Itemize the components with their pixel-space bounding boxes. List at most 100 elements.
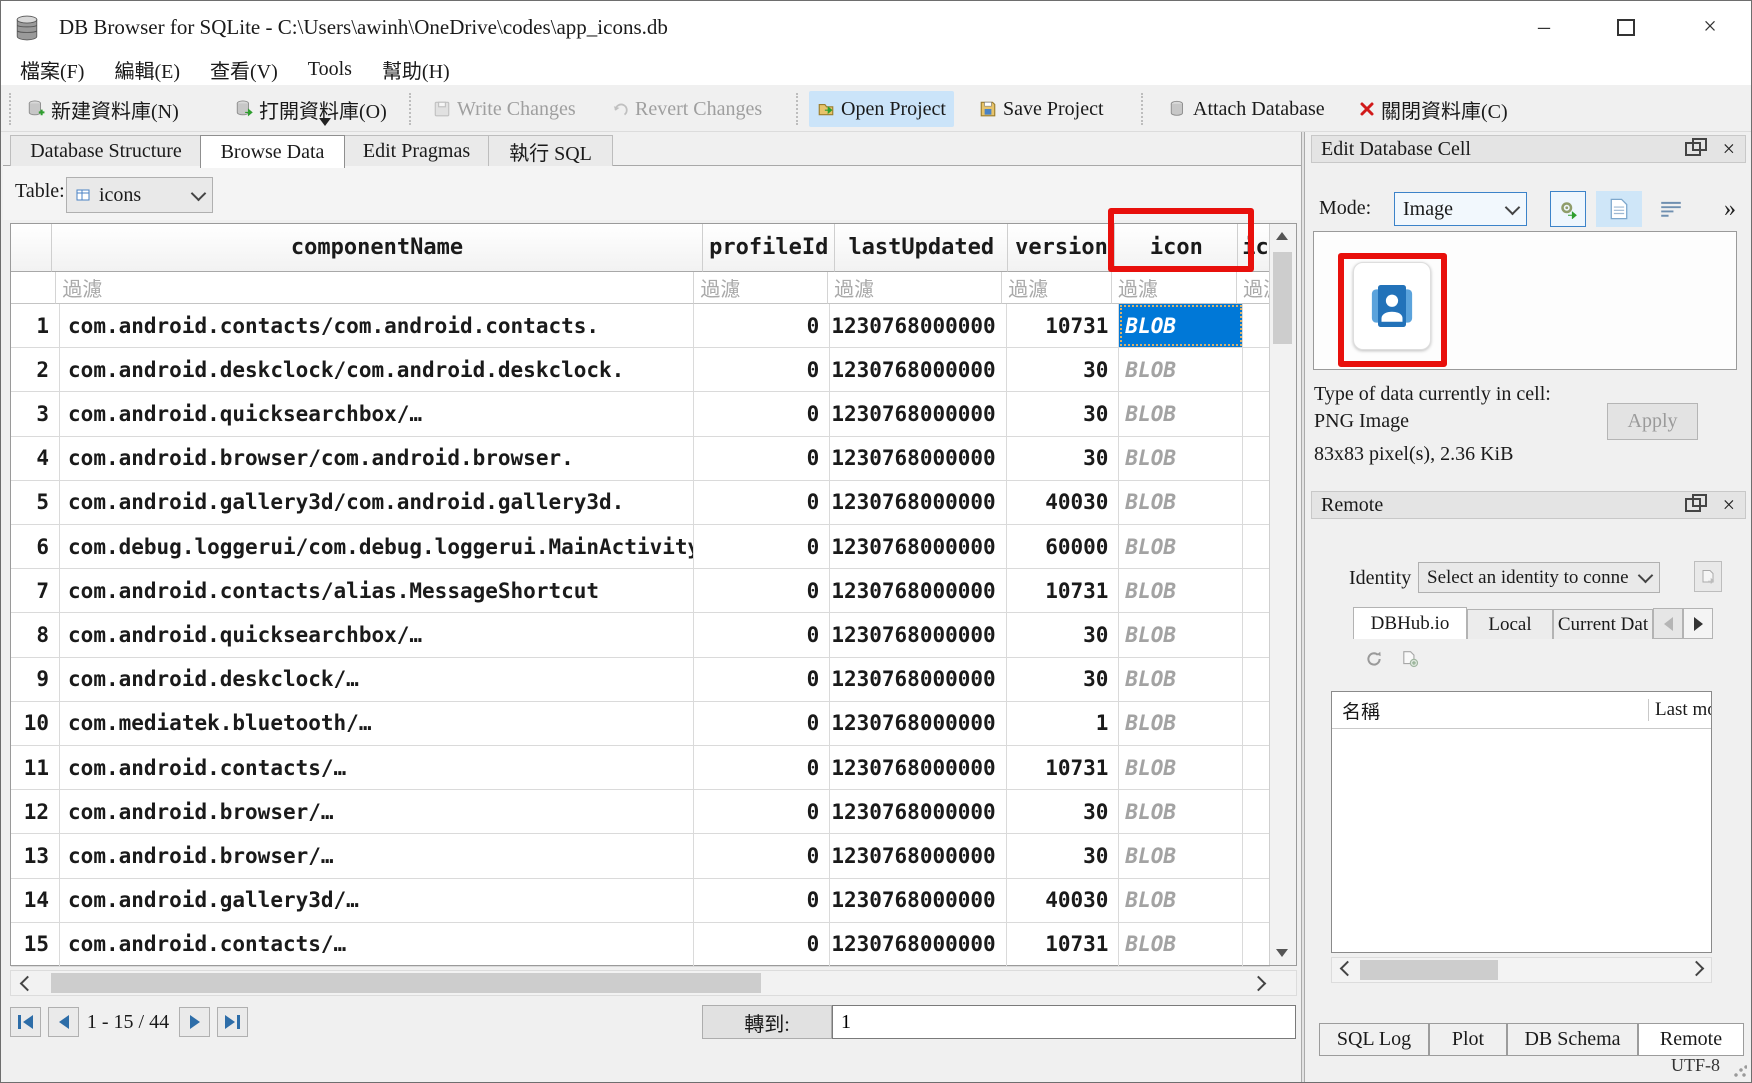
last-record-button[interactable] [217,1007,248,1037]
import-data-button[interactable] [1550,191,1586,227]
cell-lastUpdated[interactable]: 1230768000000 [830,304,1006,347]
dock-tab-remote[interactable]: Remote [1638,1023,1744,1056]
goto-button[interactable]: 轉到: [702,1005,832,1039]
cell-icon[interactable]: BLOB [1119,304,1243,347]
cell-icon[interactable]: BLOB [1119,923,1243,966]
table-row[interactable]: 3 com.android.quicksearchbox/… 0 1230768… [11,392,1270,436]
table-row[interactable]: 15 com.android.contacts/… 0 123076800000… [11,923,1270,967]
cell-version[interactable]: 30 [1007,348,1120,391]
cell-partial[interactable] [1243,348,1270,391]
cell-componentName[interactable]: com.android.gallery3d/… [60,879,694,922]
close-database-button[interactable]: 關閉資料庫(C) [1351,91,1516,127]
remote-tabs-scroll-left[interactable] [1653,608,1683,639]
dock-tab-plot[interactable]: Plot [1429,1023,1507,1056]
cell-partial[interactable] [1243,923,1270,966]
cell-profileId[interactable]: 0 [694,348,831,391]
tab-browse-data[interactable]: Browse Data [200,135,345,168]
tab-execute-sql[interactable]: 執行 SQL [488,135,613,166]
scroll-right-icon[interactable] [1687,959,1709,981]
cell-version[interactable]: 30 [1007,437,1120,480]
table-row[interactable]: 12 com.android.browser/… 0 1230768000000… [11,790,1270,834]
cell-lastUpdated[interactable]: 1230768000000 [830,525,1006,568]
first-record-button[interactable] [10,1007,41,1037]
cell-lastUpdated[interactable]: 1230768000000 [830,392,1006,435]
table-row[interactable]: 1 com.android.contacts/com.android.conta… [11,304,1270,348]
revert-changes-button[interactable]: Revert Changes [603,91,770,127]
cell-partial[interactable] [1243,879,1270,922]
cell-partial[interactable] [1243,569,1270,612]
new-database-button[interactable]: 新建資料庫(N) [19,91,187,127]
cell-partial[interactable] [1243,702,1270,745]
scroll-down-icon[interactable] [1276,949,1288,957]
cell-componentName[interactable]: com.mediatek.bluetooth/… [60,702,694,745]
attach-database-button[interactable]: Attach Database [1161,91,1333,127]
table-row[interactable]: 10 com.mediatek.bluetooth/… 0 1230768000… [11,702,1270,746]
filter-cell-componentName[interactable]: 過濾 [56,272,694,304]
float-panel-icon[interactable] [1685,498,1701,512]
filter-cell-lastUpdated[interactable]: 過濾 [828,272,1002,304]
grid-horizontal-scrollbar[interactable] [10,970,1297,996]
cell-icon[interactable]: BLOB [1119,834,1243,877]
next-record-button[interactable] [179,1007,210,1037]
cell-profileId[interactable]: 0 [694,923,831,966]
cell-profileId[interactable]: 0 [694,304,831,347]
tab-edit-pragmas[interactable]: Edit Pragmas [343,135,490,166]
cell-profileId[interactable]: 0 [694,702,831,745]
cell-partial[interactable] [1243,304,1270,347]
cell-profileId[interactable]: 0 [694,392,831,435]
cell-componentName[interactable]: com.android.gallery3d/com.android.galler… [60,481,694,524]
column-header-lastUpdated[interactable]: lastUpdated [835,224,1008,272]
menu-view[interactable]: 查看(V) [195,55,293,84]
remote-clone-button[interactable] [1397,646,1423,672]
horizontal-scroll-thumb[interactable] [51,973,761,993]
remote-tab-local[interactable]: Local [1467,609,1553,639]
cell-version[interactable]: 30 [1007,658,1120,701]
cell-version[interactable]: 30 [1007,790,1120,833]
cell-version[interactable]: 30 [1007,834,1120,877]
cell-icon[interactable]: BLOB [1119,879,1243,922]
cell-componentName[interactable]: com.android.quicksearchbox/… [60,613,694,656]
cell-profileId[interactable]: 0 [694,437,831,480]
close-panel-icon[interactable]: × [1723,492,1735,518]
cell-icon[interactable]: BLOB [1119,790,1243,833]
maximize-button[interactable] [1593,1,1659,54]
cell-partial[interactable] [1243,525,1270,568]
cell-partial[interactable] [1243,834,1270,877]
cell-partial[interactable] [1243,746,1270,789]
mode-select[interactable]: Image [1394,192,1527,226]
table-row[interactable]: 5 com.android.gallery3d/com.android.gall… [11,481,1270,525]
cell-partial[interactable] [1243,790,1270,833]
cell-lastUpdated[interactable]: 1230768000000 [830,746,1006,789]
cell-lastUpdated[interactable]: 1230768000000 [830,658,1006,701]
cell-partial[interactable] [1243,481,1270,524]
table-row[interactable]: 2 com.android.deskclock/com.android.desk… [11,348,1270,392]
cell-version[interactable]: 60000 [1007,525,1120,568]
cell-componentName[interactable]: com.android.browser/… [60,790,694,833]
cell-profileId[interactable]: 0 [694,879,831,922]
remote-tab-current-database[interactable]: Current Dat [1553,609,1653,639]
menu-file[interactable]: 檔案(F) [5,55,99,84]
apply-button[interactable]: Apply [1607,403,1698,440]
save-project-button[interactable]: Save Project [971,91,1112,127]
cell-version[interactable]: 40030 [1007,481,1120,524]
cell-partial[interactable] [1243,613,1270,656]
cell-icon[interactable]: BLOB [1119,569,1243,612]
cell-profileId[interactable]: 0 [694,658,831,701]
cell-componentName[interactable]: com.android.contacts/… [60,923,694,966]
menu-help[interactable]: 幫助(H) [367,55,465,84]
menu-tools[interactable]: Tools [293,58,367,81]
cell-componentName[interactable]: com.android.deskclock/com.android.deskcl… [60,348,694,391]
scroll-up-icon[interactable] [1276,232,1288,240]
cell-lastUpdated[interactable]: 1230768000000 [830,702,1006,745]
identity-select[interactable]: Select an identity to conne [1418,562,1660,593]
panel-splitter[interactable] [1301,132,1305,1083]
close-button[interactable]: × [1677,1,1743,54]
cell-partial[interactable] [1243,392,1270,435]
cell-icon[interactable]: BLOB [1119,481,1243,524]
cell-profileId[interactable]: 0 [694,525,831,568]
table-row[interactable]: 8 com.android.quicksearchbox/… 0 1230768… [11,613,1270,657]
dock-tab-db-schema[interactable]: DB Schema [1507,1023,1638,1056]
remote-tabs-scroll-right[interactable] [1683,608,1713,639]
cell-lastUpdated[interactable]: 1230768000000 [830,834,1006,877]
cell-version[interactable]: 30 [1007,613,1120,656]
